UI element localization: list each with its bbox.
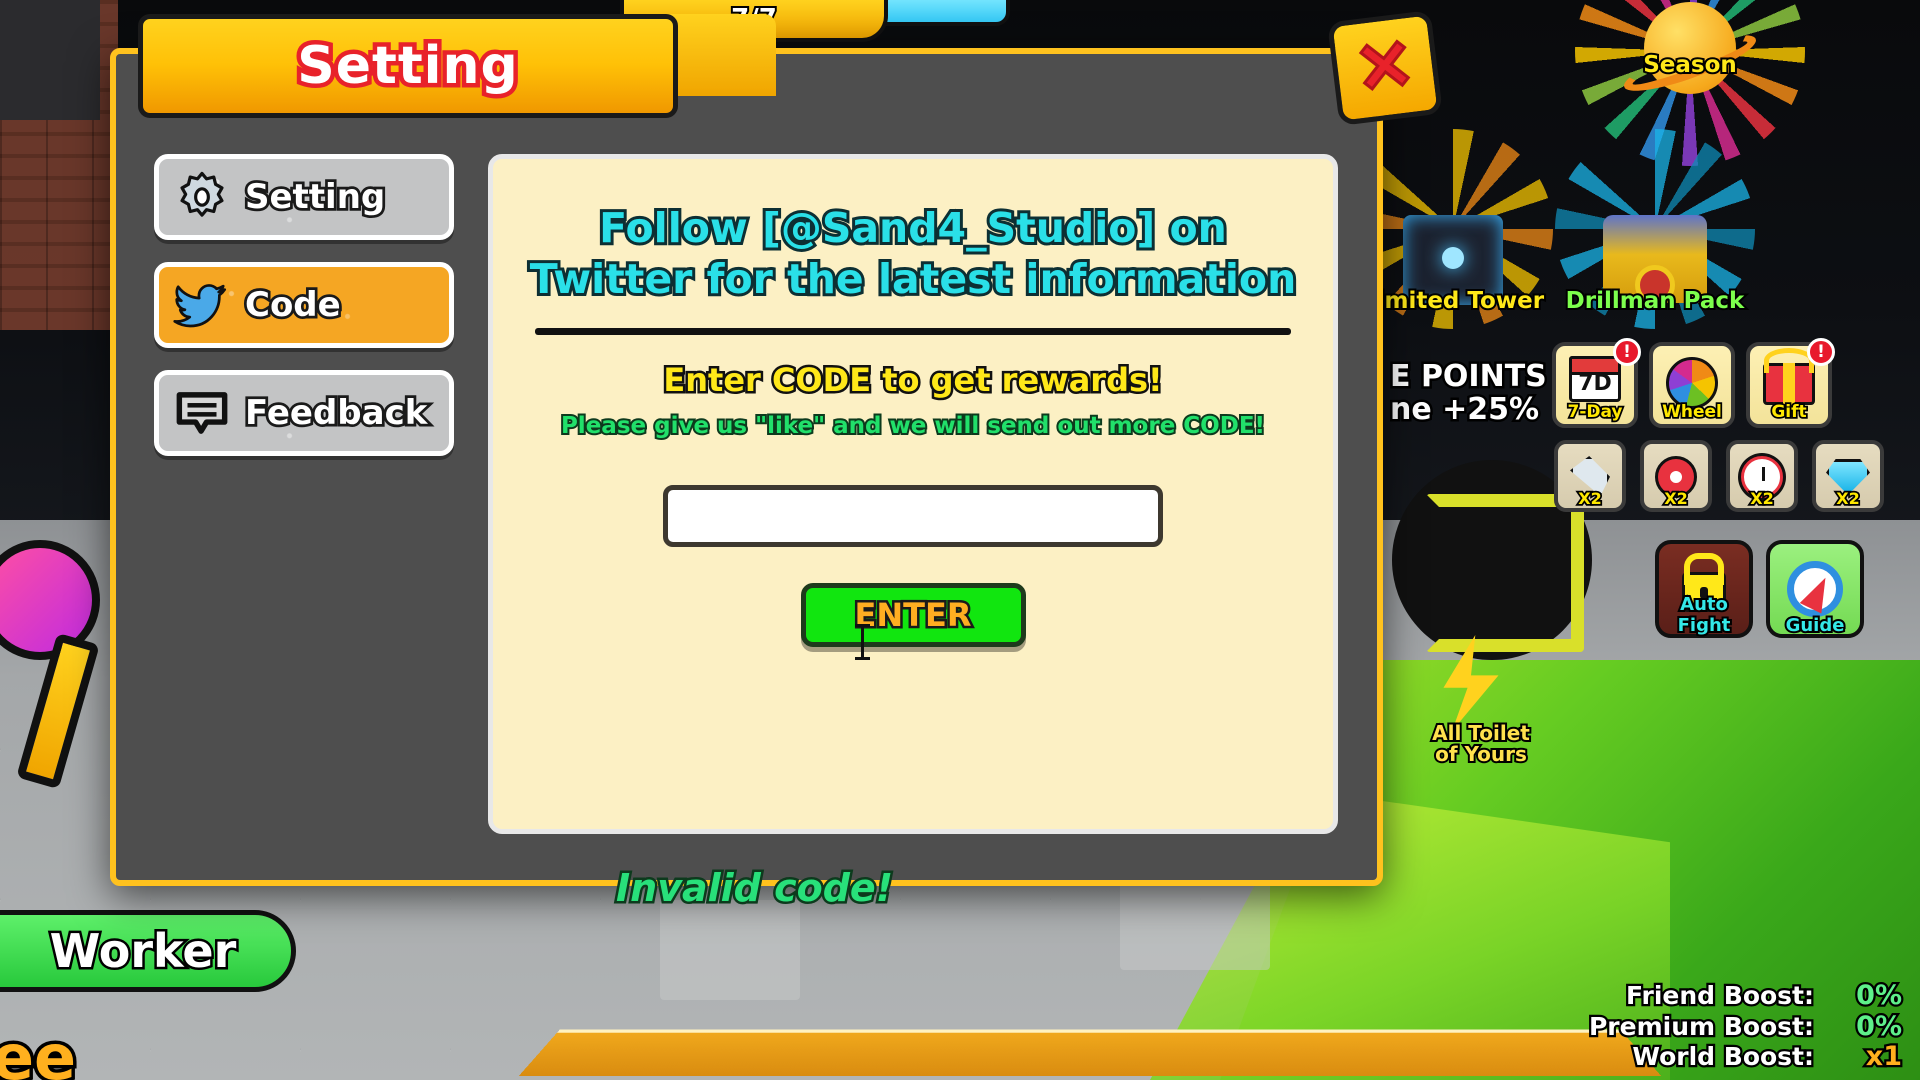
lightning-bolt-icon <box>1443 635 1499 731</box>
boost-name: Friend Boost: <box>1624 980 1816 1013</box>
hud-icon-label: X2 <box>1577 487 1604 510</box>
alert-badge: ! <box>1807 338 1835 366</box>
hud-icon-grid: 7D 7-Day ! Wheel Gift ! X2 X2 X2 X2 <box>1552 338 1884 524</box>
sidebar-item-label: Setting <box>242 174 388 220</box>
setting-dialog: Setting ✕ Setting Code Feedback Follow [… <box>110 10 1443 913</box>
hud-icon-label: 7-Day <box>1566 400 1625 424</box>
boost-name: World Boost: <box>1630 1040 1816 1073</box>
worker-tab-label: Worker <box>47 922 239 981</box>
podium-label: Drillman Pack <box>1564 286 1747 316</box>
sidebar-item-label: Feedback <box>242 390 430 436</box>
divider <box>535 327 1291 335</box>
code-panel: Follow [@Sand4_Studio] on Twitter for th… <box>488 154 1338 834</box>
sidebar-item-label: Code <box>242 282 343 328</box>
sidebar-item-feedback[interactable]: Feedback <box>154 370 454 456</box>
sidebar-item-code[interactable]: Code <box>154 262 454 348</box>
status-message: Invalid code! <box>613 864 895 913</box>
hud-icon-label: Wheel <box>1660 400 1723 424</box>
code-input[interactable] <box>663 484 1163 547</box>
close-icon: ✕ <box>1349 22 1421 113</box>
close-button[interactable]: ✕ <box>1327 10 1443 126</box>
twitter-headline: Follow [@Sand4_Studio] on Twitter for th… <box>527 201 1300 306</box>
hud-icon-row-1: 7D 7-Day ! Wheel Gift ! <box>1552 338 1884 428</box>
boost-stats: Friend Boost: 0% Premium Boost: 0% World… <box>1587 978 1905 1074</box>
boost-value: x1 <box>1864 1039 1905 1074</box>
boost-row: Friend Boost: 0% <box>1589 978 1904 1013</box>
hud-icon-label: Gift <box>1770 400 1809 424</box>
hud-icon-label: X2 <box>1663 487 1690 510</box>
boost-value: 0% <box>1854 978 1904 1013</box>
worker-tab-button[interactable]: Worker <box>0 910 296 992</box>
boost-value: 0% <box>1854 1009 1904 1044</box>
headline-line-2: Twitter for the latest information <box>527 252 1300 306</box>
hud-button-clock-x2[interactable]: X2 <box>1726 440 1798 512</box>
enter-code-subtitle: Enter CODE to get rewards! <box>661 358 1165 401</box>
drillman-pack-display[interactable]: Drillman Pack <box>1555 128 1755 329</box>
alert-badge: ! <box>1613 338 1641 366</box>
hud-icon-label: X2 <box>1749 487 1776 510</box>
like-note: Please give us "like" and we will send o… <box>559 411 1267 441</box>
season-label: Season <box>1641 50 1739 80</box>
all-toilet-button[interactable]: All Toilet of Yours <box>1418 635 1538 775</box>
hud-button-sword-x2[interactable]: X2 <box>1554 440 1626 512</box>
speech-bubble-icon <box>173 384 231 442</box>
ee-text: ee <box>0 1018 80 1080</box>
all-toilet-label: All Toilet of Yours <box>1430 721 1532 767</box>
hud-button-wheel[interactable]: Wheel <box>1649 342 1735 428</box>
podium-label: Limited Tower <box>1360 286 1546 316</box>
points-text: E POINTS ne +25% <box>1388 358 1550 429</box>
floor-plate <box>660 900 800 1000</box>
hud-big-buttons: Auto Fight Guide <box>1655 540 1864 638</box>
guide-label: Guide <box>1784 613 1847 638</box>
page-title: Setting <box>293 32 522 101</box>
text-cursor <box>855 624 870 660</box>
sidebar: Setting Code Feedback <box>154 154 454 456</box>
shop-counter <box>518 1029 1662 1077</box>
twitter-bird-icon <box>173 276 231 334</box>
enter-button-label: ENTER <box>852 593 974 636</box>
hud-button-7day[interactable]: 7D 7-Day ! <box>1552 338 1641 428</box>
headline-line-1: Follow [@Sand4_Studio] on <box>596 201 1230 255</box>
dark-wall <box>0 0 100 120</box>
season-display[interactable]: Season <box>1575 0 1805 166</box>
limited-tower-display[interactable]: Limited Tower <box>1353 128 1553 329</box>
auto-fight-label: Auto Fight <box>1676 592 1733 638</box>
boost-name: Premium Boost: <box>1587 1010 1817 1043</box>
hud-icon-row-2: X2 X2 X2 X2 <box>1554 440 1884 512</box>
code-input-wrapper <box>527 484 1299 547</box>
hud-button-gift[interactable]: Gift ! <box>1746 338 1835 428</box>
calendar-7d-icon: 7D <box>1569 356 1621 402</box>
compass-icon <box>1787 561 1843 617</box>
hud-button-target-x2[interactable]: X2 <box>1640 440 1712 512</box>
hud-button-gem-x2[interactable]: X2 <box>1812 440 1884 512</box>
gear-icon <box>173 168 231 226</box>
boost-row: World Boost: x1 <box>1589 1039 1905 1074</box>
dialog-title-banner: Setting <box>138 14 678 118</box>
gift-icon <box>1763 363 1815 405</box>
boost-row: Premium Boost: 0% <box>1587 1009 1905 1044</box>
auto-fight-button[interactable]: Auto Fight <box>1655 540 1753 638</box>
guide-button[interactable]: Guide <box>1766 540 1864 638</box>
enter-button[interactable]: ENTER <box>800 582 1026 647</box>
sidebar-item-setting[interactable]: Setting <box>154 154 454 240</box>
hud-icon-label: X2 <box>1835 487 1862 510</box>
